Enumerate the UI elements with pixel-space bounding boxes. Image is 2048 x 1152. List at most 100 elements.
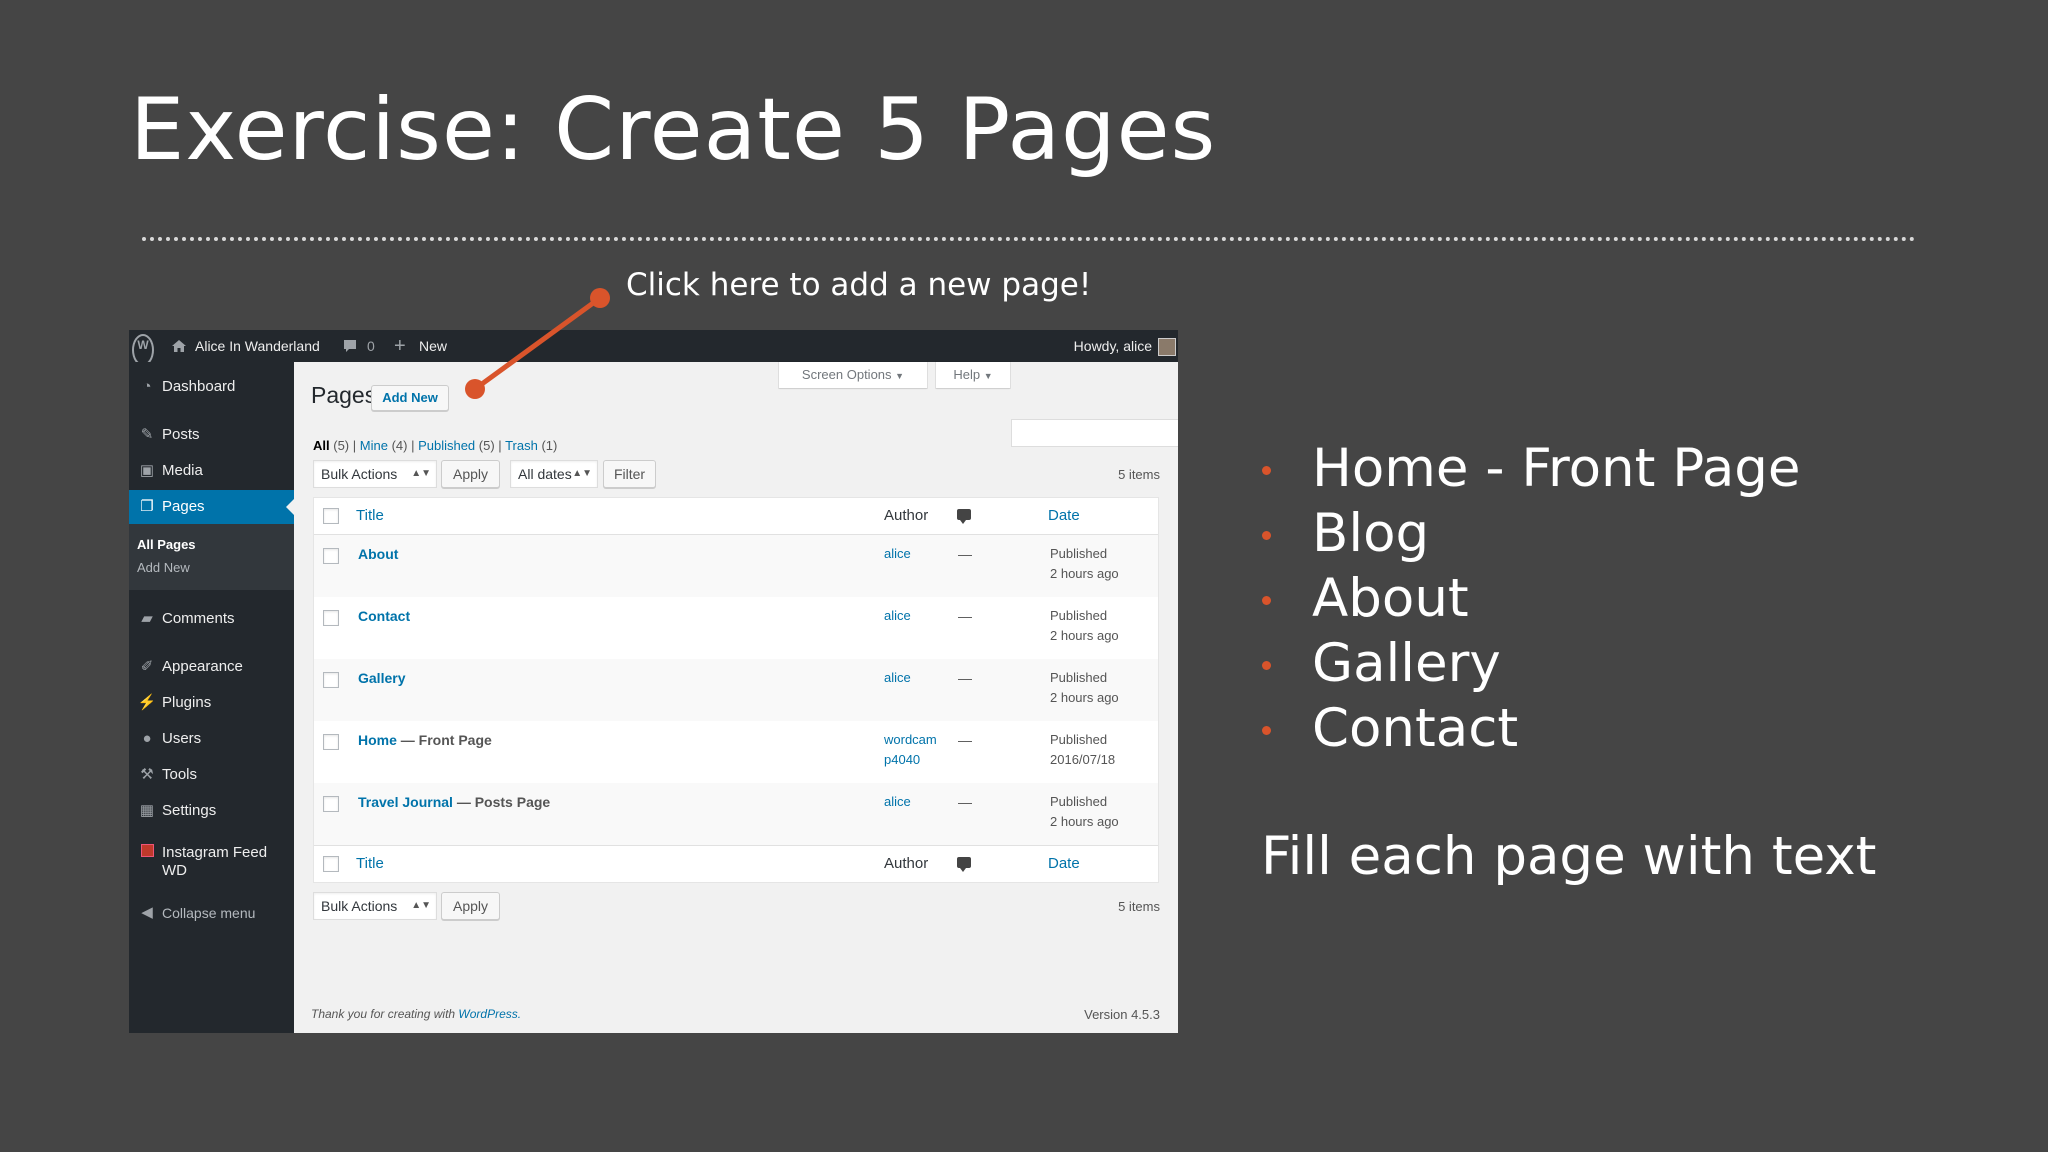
pages-icon: ❐ xyxy=(140,498,154,515)
sidebar-item-media[interactable]: ▣ Media xyxy=(129,454,294,488)
bullet-text: Gallery xyxy=(1312,633,1501,694)
column-date-footer[interactable]: Date xyxy=(1048,855,1080,872)
filter-mine[interactable]: Mine xyxy=(360,438,388,453)
comment-bubble-icon[interactable] xyxy=(342,330,358,362)
row-title: About xyxy=(358,546,398,562)
howdy-text: Howdy, alice xyxy=(1073,338,1152,354)
row-date: 2016/07/18 xyxy=(1050,752,1116,767)
dates-select[interactable]: All dates ▲▼ xyxy=(510,460,598,488)
bullet-text: Home - Front Page xyxy=(1312,438,1801,499)
sidebar-item-label: Users xyxy=(162,730,202,747)
filter-published[interactable]: Published xyxy=(418,438,475,453)
row-checkbox[interactable] xyxy=(323,548,339,564)
sidebar-item-appearance[interactable]: ✐ Appearance xyxy=(129,650,294,684)
column-title[interactable]: Title xyxy=(356,507,384,524)
row-title-link[interactable]: Gallery xyxy=(358,670,405,686)
table-row: Travel Journal — Posts Page alice — Publ… xyxy=(314,783,1158,845)
row-title: Gallery xyxy=(358,670,405,686)
row-author[interactable]: alice xyxy=(884,670,911,685)
row-author-line2[interactable]: p4040 xyxy=(884,752,920,767)
wordpress-screenshot: W Alice In Wanderland 0 + New Howdy, ali… xyxy=(129,330,1178,1033)
apply-button[interactable]: Apply xyxy=(441,460,500,488)
row-title-link[interactable]: Travel Journal xyxy=(358,794,453,810)
row-status: Published xyxy=(1050,608,1108,623)
row-checkbox[interactable] xyxy=(323,610,339,626)
comments-column-icon xyxy=(957,857,971,872)
comments-count: 0 xyxy=(367,338,375,354)
avatar xyxy=(1158,338,1176,357)
screen-options-button[interactable]: Screen Options ▼ xyxy=(779,362,927,388)
filter-trash-count: (1) xyxy=(541,438,558,453)
row-checkbox[interactable] xyxy=(323,734,339,750)
column-title-footer[interactable]: Title xyxy=(356,855,384,872)
page-title: Pages xyxy=(311,382,377,408)
row-status: Published xyxy=(1050,670,1108,685)
help-button[interactable]: Help ▼ xyxy=(936,362,1010,388)
slide-title: Exercise: Create 5 Pages xyxy=(130,80,1217,180)
row-title-link[interactable]: About xyxy=(358,546,398,562)
new-menu[interactable]: New xyxy=(419,330,447,362)
submenu-all-pages[interactable]: All Pages xyxy=(137,537,196,552)
bulk-actions-value: Bulk Actions xyxy=(321,466,398,482)
row-author[interactable]: alice xyxy=(884,794,911,809)
column-date[interactable]: Date xyxy=(1048,507,1080,524)
media-icon: ▣ xyxy=(139,462,155,479)
footer-thanks: Thank you for creating with WordPress. xyxy=(311,1007,521,1021)
apply-button-bottom[interactable]: Apply xyxy=(441,892,500,920)
screen-options-label: Screen Options xyxy=(801,367,892,382)
filter-all[interactable]: All xyxy=(313,438,330,453)
howdy-account[interactable]: Howdy, alice xyxy=(1074,330,1176,362)
site-name-link[interactable]: Alice In Wanderland xyxy=(195,330,320,362)
instruction-text: Fill each page with text xyxy=(1261,826,1877,887)
row-comments: — xyxy=(958,670,972,686)
brush-icon: ✐ xyxy=(140,658,154,675)
select-all-checkbox-footer[interactable] xyxy=(323,856,339,872)
sidebar-item-tools[interactable]: ⚒ Tools xyxy=(129,758,294,792)
bulk-actions-select[interactable]: Bulk Actions ▲▼ xyxy=(313,460,437,488)
items-count: 5 items xyxy=(1118,467,1160,482)
sidebar-item-dashboard[interactable]: ◔ Dashboard xyxy=(129,370,294,404)
filter-button[interactable]: Filter xyxy=(603,460,656,488)
pages-table: Title Author Date About alice — Publishe… xyxy=(313,497,1159,883)
select-all-checkbox[interactable] xyxy=(323,508,339,524)
sidebar-item-settings[interactable]: ▦ Settings xyxy=(129,794,294,828)
row-author[interactable]: alice xyxy=(884,608,911,623)
add-new-button[interactable]: Add New xyxy=(371,385,449,411)
sidebar-item-plugins[interactable]: ⚡ Plugins xyxy=(129,686,294,720)
bullet-dot xyxy=(1262,466,1271,475)
search-input[interactable] xyxy=(1011,419,1178,447)
bullet-text: Contact xyxy=(1312,698,1519,759)
sidebar-item-label: Settings xyxy=(162,802,217,819)
caret-down-icon: ▼ xyxy=(895,371,905,381)
row-title-suffix: — Posts Page xyxy=(456,794,551,810)
sidebar-item-pages[interactable]: ❐ Pages xyxy=(129,490,294,524)
sidebar-item-label: Instagram Feed xyxy=(162,844,268,861)
row-title-link[interactable]: Contact xyxy=(358,608,410,624)
sidebar-item-label: Dashboard xyxy=(162,378,236,395)
row-author[interactable]: alice xyxy=(884,546,911,561)
filter-trash[interactable]: Trash xyxy=(505,438,538,453)
bulk-actions-select-bottom[interactable]: Bulk Actions ▲▼ xyxy=(313,892,437,920)
select-arrows-icon: ▲▼ xyxy=(411,468,431,479)
collapse-menu-button[interactable]: ◀ Collapse menu xyxy=(129,896,294,930)
submenu-add-new[interactable]: Add New xyxy=(137,560,190,575)
bullet-dot xyxy=(1262,661,1271,670)
wordpress-link[interactable]: WordPress. xyxy=(458,1007,521,1021)
row-checkbox[interactable] xyxy=(323,672,339,688)
table-row: Contact alice — Published 2 hours ago xyxy=(314,597,1158,659)
sidebar-item-posts[interactable]: ✎ Posts xyxy=(129,418,294,452)
bullet-dot xyxy=(1262,531,1271,540)
pin-icon: ✎ xyxy=(140,426,154,443)
comment-icon: ▰ xyxy=(141,610,153,627)
sidebar-item-instagram-feed[interactable]: Instagram Feed WD xyxy=(129,842,294,882)
row-checkbox[interactable] xyxy=(323,796,339,812)
sidebar-item-comments[interactable]: ▰ Comments xyxy=(129,602,294,636)
current-indicator xyxy=(286,499,294,515)
row-title: Travel Journal — Posts Page xyxy=(358,794,550,810)
bullet-text: Blog xyxy=(1312,503,1430,564)
table-footer: Title Author Date xyxy=(314,845,1158,882)
row-title-link[interactable]: Home xyxy=(358,732,397,748)
row-author[interactable]: wordcam xyxy=(884,732,937,747)
sidebar-item-users[interactable]: ● Users xyxy=(129,722,294,756)
sidebar-item-label: Tools xyxy=(162,766,198,783)
